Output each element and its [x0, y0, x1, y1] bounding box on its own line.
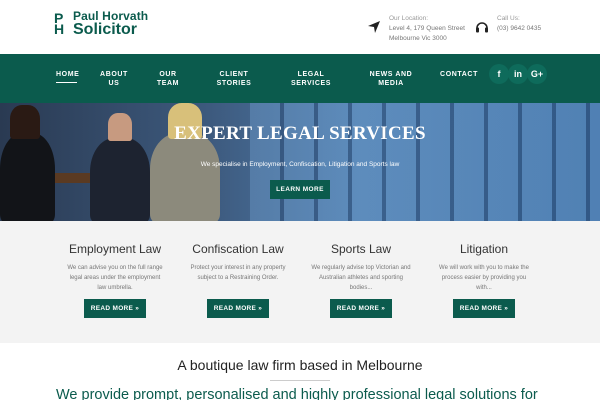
read-more-litigation-button[interactable]: READ MORE » [453, 299, 515, 318]
nav-client-stories[interactable]: CLIENT STORIES [214, 70, 254, 88]
location-line1: Level 4, 179 Queen Street [389, 25, 465, 32]
nav-home[interactable]: HOME [56, 70, 80, 83]
service-description: Protect your interest in any property su… [178, 263, 298, 283]
read-more-sports-button[interactable]: READ MORE » [330, 299, 392, 318]
logo-title: Solicitor [73, 21, 138, 38]
nav-legal-services-line1: LEGAL [297, 71, 325, 78]
location-label: Our Location: [389, 15, 429, 22]
tagline-divider [270, 380, 330, 381]
nav-client-stories-line1: CLIENT [219, 71, 249, 78]
hero-person-middle [90, 138, 150, 221]
google-plus-icon[interactable]: G+ [527, 64, 547, 84]
about-tagline: A boutique law firm based in Melbourne [177, 357, 423, 373]
service-description: We regularly advise top Victorian and Au… [301, 263, 421, 293]
logo[interactable]: P H Paul Horvath Solicitor [54, 10, 148, 38]
service-description: We can advise you on the full range lega… [55, 263, 175, 293]
service-title[interactable]: Litigation [424, 242, 544, 256]
service-title[interactable]: Confiscation Law [178, 242, 298, 256]
nav-contact[interactable]: CONTACT [439, 70, 479, 79]
service-desc-line: with... [476, 285, 492, 291]
service-desc-line: legal areas under the employment [69, 275, 161, 281]
service-description: We will work with you to make the proces… [424, 263, 544, 293]
service-desc-line: subject to a Restraining Order. [197, 275, 279, 281]
nav-about-us-line1: ABOUT [100, 71, 128, 78]
service-litigation: Litigation We will work with you to make… [424, 242, 544, 293]
hero-person-right [150, 133, 220, 221]
headset-icon [476, 22, 488, 33]
service-desc-line: We can advise you on the full range [67, 265, 163, 271]
service-title[interactable]: Sports Law [301, 242, 421, 256]
service-desc-line: Protect your interest in any property [190, 265, 286, 271]
service-title[interactable]: Employment Law [55, 242, 175, 256]
service-desc-line: We regularly advise top Victorian and [311, 265, 411, 271]
nav-about-us-line2: US [108, 80, 120, 87]
hero-title: EXPERT LEGAL SERVICES [174, 123, 426, 144]
service-employment-law: Employment Law We can advise you on the … [55, 242, 175, 293]
phone-label: Call Us: [497, 15, 520, 22]
about-statement: We provide prompt, personalised and high… [56, 387, 538, 400]
nav-legal-services-line2: SERVICES [290, 80, 332, 87]
learn-more-button[interactable]: LEARN MORE [270, 180, 330, 199]
nav-our-team[interactable]: OUR TEAM [154, 70, 182, 88]
location-line2: Melbourne Vic 3000 [389, 35, 447, 42]
nav-home-label: HOME [56, 71, 80, 78]
read-more-confiscation-button[interactable]: READ MORE » [207, 299, 269, 318]
service-desc-line: We will work with you to make the [439, 265, 529, 271]
logo-letter-h: H [54, 21, 65, 37]
hero-subtitle: We specialise in Employment, Confiscatio… [200, 161, 400, 168]
service-sports-law: Sports Law We regularly advise top Victo… [301, 242, 421, 293]
logo-text: Paul Horvath Solicitor [73, 10, 148, 38]
location-block: Our Location: Level 4, 179 Queen Street … [367, 14, 465, 44]
service-desc-line: process easier by providing you [441, 275, 527, 281]
hero-person-left [0, 133, 55, 221]
nav-news-and-media-line1: NEWS AND [369, 71, 413, 78]
service-confiscation-law: Confiscation Law Protect your interest i… [178, 242, 298, 283]
location-arrow-icon [368, 21, 380, 33]
service-desc-line: law umbrella. [97, 285, 133, 291]
phone-block: Call Us: (03) 9642 0435 [475, 14, 541, 34]
site-header: P H Paul Horvath Solicitor Our Location:… [0, 0, 600, 54]
nav-news-and-media-line2: MEDIA [378, 80, 404, 87]
facebook-icon[interactable]: f [489, 64, 509, 84]
logo-mark: P H [54, 11, 70, 37]
nav-about-us[interactable]: ABOUT US [98, 70, 130, 88]
nav-legal-services[interactable]: LEGAL SERVICES [290, 70, 332, 88]
linkedin-icon[interactable]: in [508, 64, 528, 84]
read-more-employment-button[interactable]: READ MORE » [84, 299, 146, 318]
nav-contact-label: CONTACT [440, 71, 478, 78]
nav-news-and-media[interactable]: NEWS AND MEDIA [368, 70, 414, 88]
nav-client-stories-line2: STORIES [216, 80, 252, 87]
service-desc-line: Australian athletes and sporting [318, 275, 404, 281]
nav-our-team-line2: TEAM [156, 80, 180, 87]
service-desc-line: bodies... [349, 285, 373, 291]
nav-our-team-line1: OUR [159, 71, 177, 78]
phone-number[interactable]: (03) 9642 0435 [497, 24, 541, 34]
